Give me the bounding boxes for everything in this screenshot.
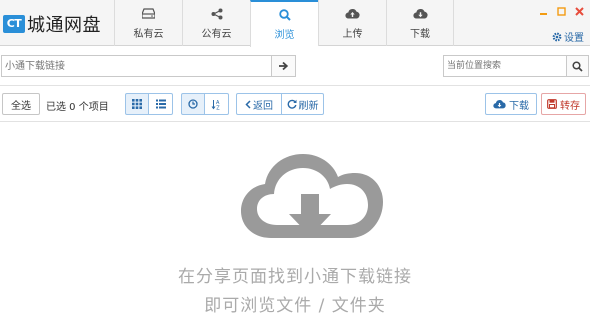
search-icon [572, 60, 583, 72]
search-icon [278, 8, 291, 22]
settings-label: 设置 [564, 33, 584, 44]
tab-upload[interactable]: 上传 [318, 0, 386, 46]
close-icon[interactable] [574, 6, 584, 16]
empty-state-line-1: 在分享页面找到小通下载链接 [178, 267, 412, 287]
clock-icon [188, 99, 198, 109]
download-label: 下载 [509, 100, 529, 112]
settings-button[interactable]: 设置 [552, 29, 584, 44]
app-name: 城通网盘 [27, 15, 101, 36]
save-to-cloud-button[interactable]: 转存 [541, 93, 586, 115]
sort-by-time-button[interactable] [181, 93, 205, 115]
maximize-icon[interactable] [556, 6, 566, 16]
minimize-icon[interactable] [538, 6, 548, 16]
chevron-left-icon [245, 99, 251, 109]
tab-public-cloud[interactable]: 公有云 [182, 0, 250, 46]
list-icon [155, 99, 166, 109]
save-icon [547, 99, 557, 109]
gear-icon [552, 32, 562, 42]
tab-label: 公有云 [201, 28, 232, 40]
refresh-icon [287, 99, 297, 109]
tab-label: 上传 [342, 28, 363, 40]
cloud-download-icon [237, 150, 387, 245]
grid-icon [132, 99, 142, 109]
tab-label: 浏览 [274, 30, 295, 41]
tab-label: 下载 [410, 28, 430, 40]
app-logo: CT 城通网盘 [3, 11, 101, 37]
sort-alpha-icon: AZ [211, 99, 222, 110]
tab-browse[interactable]: 浏览 [250, 0, 318, 47]
refresh-button[interactable]: 刷新 [282, 93, 324, 115]
list-view-button[interactable] [149, 93, 173, 115]
sort-by-name-button[interactable]: AZ [205, 93, 229, 115]
drive-icon [142, 7, 155, 21]
tab-label: 私有云 [133, 28, 164, 40]
cloud-upload-icon [345, 7, 360, 21]
back-label: 返回 [253, 100, 273, 112]
arrow-right-icon [278, 61, 289, 71]
go-button[interactable] [271, 55, 296, 77]
selection-count: 已选 0 个项目 [46, 102, 109, 113]
link-bar [0, 46, 590, 86]
grid-view-button[interactable] [125, 93, 149, 115]
empty-state-line-2: 即可浏览文件 / 文件夹 [204, 296, 386, 316]
download-button[interactable]: 下载 [485, 93, 537, 115]
select-all-button[interactable]: 全选 [2, 93, 40, 115]
download-link-input[interactable] [1, 55, 271, 77]
cloud-download-icon [412, 7, 428, 21]
window-controls [538, 6, 584, 16]
cloud-download-icon [493, 99, 506, 109]
tab-private-cloud[interactable]: 私有云 [114, 0, 182, 46]
search-input[interactable] [443, 55, 566, 77]
refresh-label: 刷新 [298, 100, 319, 112]
logo-badge: CT [3, 15, 25, 33]
back-button[interactable]: 返回 [236, 93, 282, 115]
toolbar: 全选 已选 0 个项目 AZ 返回 刷新 下载 转存 [0, 86, 590, 122]
svg-text:Z: Z [216, 105, 220, 110]
main-tabs: 私有云 公有云 浏览 上传 下载 [114, 0, 454, 47]
tab-download[interactable]: 下载 [386, 0, 454, 46]
share-icon [211, 7, 223, 21]
title-bar: CT 城通网盘 私有云 公有云 浏览 上传 下载 设置 [0, 0, 590, 47]
sort-group: AZ [181, 93, 229, 115]
view-mode-group [125, 93, 173, 115]
save-label: 转存 [560, 100, 580, 112]
search-button[interactable] [566, 55, 589, 77]
navigation-group: 返回 刷新 [236, 93, 324, 115]
